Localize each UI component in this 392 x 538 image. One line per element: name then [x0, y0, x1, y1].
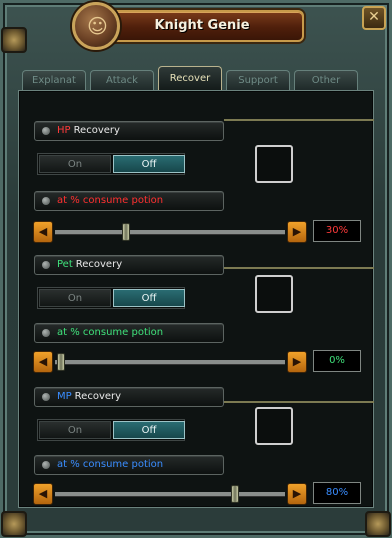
mp-off-button[interactable]: Off: [113, 421, 185, 439]
pet-potion-slot[interactable]: [255, 275, 293, 313]
pet-slider-track[interactable]: [55, 360, 285, 364]
pet-recovery-toggle: On Off: [37, 287, 185, 309]
pet-decrease-button[interactable]: ◀: [33, 351, 53, 373]
pet-value-display: 0%: [313, 350, 361, 372]
mp-slider-row: ◀ ▶ 80%: [33, 482, 363, 507]
mp-on-button[interactable]: On: [39, 421, 111, 439]
tab-explanat[interactable]: Explanat: [22, 70, 86, 90]
hp-increase-button[interactable]: ▶: [287, 221, 307, 243]
hp-slider-row: ◀ ▶ 30%: [33, 220, 363, 245]
tab-bar: Explanat Attack Recover Support Other: [18, 66, 374, 90]
section-divider: [224, 119, 374, 121]
mp-value-display: 80%: [313, 482, 361, 504]
hp-keyword: HP: [57, 125, 71, 136]
frame-corner-ornament: [365, 511, 391, 537]
hp-value-display: 30%: [313, 220, 361, 242]
pet-slider-handle[interactable]: [57, 353, 65, 371]
recover-panel: HP Recovery On Off at % consume potion ◀ …: [18, 90, 374, 508]
hp-recovery-label: Recovery: [73, 125, 120, 136]
mp-potion-slot[interactable]: [255, 407, 293, 445]
tab-support[interactable]: Support: [226, 70, 290, 90]
section-divider: [224, 401, 374, 403]
mp-potion-text: at % consume potion: [57, 459, 164, 470]
hp-recovery-toggle: On Off: [37, 153, 185, 175]
frame-corner-ornament: [1, 27, 27, 53]
pet-potion-threshold-label: at % consume potion: [34, 323, 224, 343]
frame-corner-ornament: [1, 511, 27, 537]
genie-medallion-icon: ☺: [72, 2, 120, 50]
mp-slider-track[interactable]: [55, 492, 285, 496]
pet-recovery-header: Pet Recovery: [34, 255, 224, 275]
hp-decrease-button[interactable]: ◀: [33, 221, 53, 243]
mp-decrease-button[interactable]: ◀: [33, 483, 53, 505]
hp-potion-slot[interactable]: [255, 145, 293, 183]
mp-recovery-header: MP Recovery: [34, 387, 224, 407]
section-divider: [224, 267, 374, 269]
close-button[interactable]: ✕: [362, 6, 386, 30]
mp-increase-button[interactable]: ▶: [287, 483, 307, 505]
pet-recovery-label: Recovery: [75, 259, 123, 270]
pet-keyword: Pet: [57, 259, 73, 270]
bullet-icon: [42, 261, 50, 269]
title-bar[interactable]: Knight Genie: [100, 10, 304, 42]
mp-potion-threshold-label: at % consume potion: [34, 455, 224, 475]
hp-potion-threshold-label: at % consume potion: [34, 191, 224, 211]
pet-off-button[interactable]: Off: [113, 289, 185, 307]
tab-attack[interactable]: Attack: [90, 70, 154, 90]
bullet-icon: [42, 393, 50, 401]
hp-potion-text: at % consume potion: [57, 195, 164, 206]
hp-off-button[interactable]: Off: [113, 155, 185, 173]
bullet-icon: [42, 329, 50, 337]
bullet-icon: [42, 127, 50, 135]
window-title: Knight Genie: [154, 18, 250, 33]
pet-increase-button[interactable]: ▶: [287, 351, 307, 373]
tab-recover[interactable]: Recover: [158, 66, 222, 90]
hp-recovery-header: HP Recovery: [34, 121, 224, 141]
hp-slider-track[interactable]: [55, 230, 285, 234]
mp-slider-handle[interactable]: [231, 485, 240, 503]
mp-recovery-toggle: On Off: [37, 419, 185, 441]
bullet-icon: [42, 461, 50, 469]
mp-recovery-label: Recovery: [74, 391, 122, 402]
mp-keyword: MP: [57, 391, 72, 402]
genie-face-icon: ☺: [87, 14, 108, 38]
tab-other[interactable]: Other: [294, 70, 358, 90]
hp-on-button[interactable]: On: [39, 155, 111, 173]
hp-slider-handle[interactable]: [122, 223, 131, 241]
pet-on-button[interactable]: On: [39, 289, 111, 307]
pet-potion-text: at % consume potion: [57, 327, 164, 338]
pet-slider-row: ◀ ▶ 0%: [33, 350, 363, 375]
bullet-icon: [42, 197, 50, 205]
